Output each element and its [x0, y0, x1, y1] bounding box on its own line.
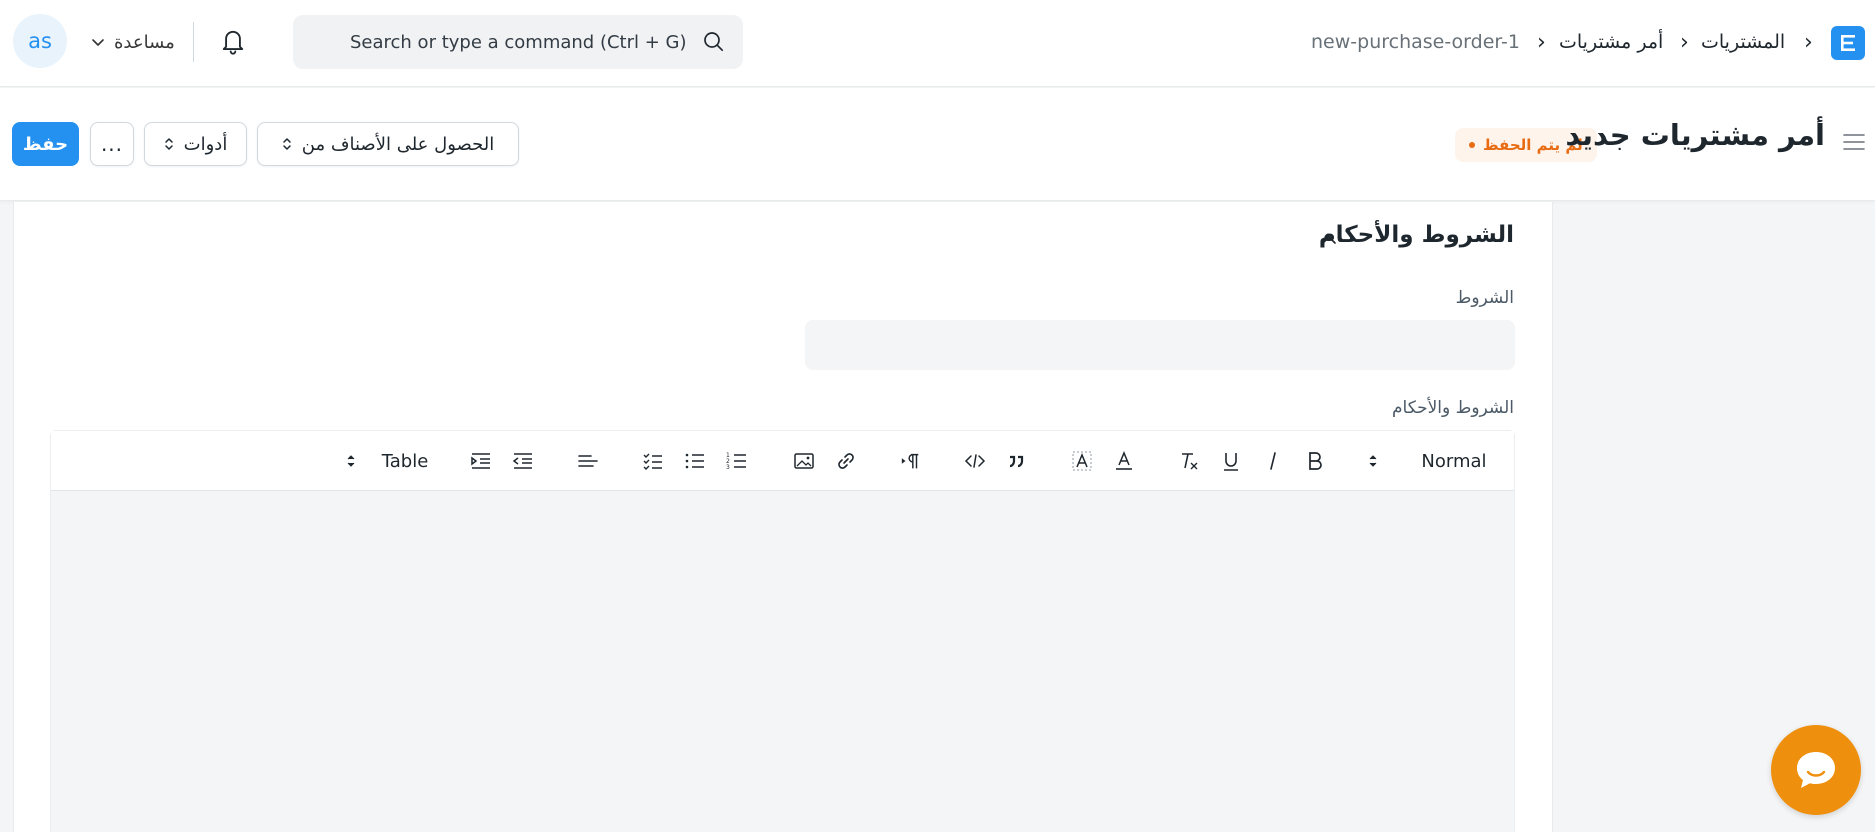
get-items-from-dropdown[interactable]: الحصول على الأصناف من: [257, 122, 519, 166]
navbar: as مساعدة Search or type a command (Ctrl…: [0, 0, 1875, 87]
code-icon[interactable]: [963, 449, 987, 473]
clear-format-icon[interactable]: [1177, 449, 1201, 473]
link-icon[interactable]: [834, 449, 858, 473]
select-arrows-icon: [164, 138, 173, 150]
breadcrumb-separator: ›: [1537, 29, 1546, 55]
breadcrumb-separator: ›: [1680, 29, 1689, 55]
terms-input[interactable]: [805, 320, 1515, 370]
section-title[interactable]: الشروط والأحكام: [1319, 222, 1514, 248]
terms-conditions-editor: Table 123 Normal: [50, 430, 1515, 832]
app-logo[interactable]: [1831, 26, 1865, 60]
text-color-icon[interactable]: [1112, 449, 1136, 473]
ordered-list-icon[interactable]: 123: [725, 449, 749, 473]
image-icon[interactable]: [792, 449, 816, 473]
breadcrumb-separator: ›: [1804, 29, 1813, 55]
editor-content-area[interactable]: [51, 491, 1514, 832]
table-select-arrows-icon[interactable]: [345, 449, 357, 473]
save-button[interactable]: حفظ: [12, 122, 79, 166]
chat-widget-button[interactable]: [1771, 725, 1861, 815]
search-input[interactable]: Search or type a command (Ctrl + G): [293, 15, 743, 69]
background-color-icon[interactable]: [1070, 449, 1094, 473]
sidebar-toggle-icon[interactable]: [1843, 132, 1865, 152]
more-actions-button[interactable]: ...: [90, 122, 134, 166]
format-select-arrows-icon[interactable]: [1367, 449, 1379, 473]
bold-icon[interactable]: [1303, 449, 1327, 473]
breadcrumb-buying[interactable]: المشتريات: [1701, 31, 1785, 53]
form-section-card: الشروط والأحكام الشروط الشروط والأحكام T…: [13, 202, 1553, 832]
chat-bubble-icon: [1797, 752, 1835, 788]
text-direction-icon[interactable]: [898, 449, 924, 473]
get-items-label: الحصول على الأصناف من: [301, 133, 495, 155]
blockquote-icon[interactable]: [1004, 449, 1028, 473]
terms-conditions-label: الشروط والأحكام: [1391, 398, 1514, 418]
chevron-down-icon: [92, 39, 104, 46]
page-title: أمر مشتريات جديد: [1565, 118, 1825, 152]
breadcrumb-current[interactable]: new-purchase-order-1: [1311, 31, 1520, 53]
search-icon: [704, 32, 724, 52]
underline-icon[interactable]: [1219, 449, 1243, 473]
editor-toolbar: Table 123 Normal: [51, 431, 1514, 491]
page-head: حفظ ... أدوات الحصول على الأصناف من لم ي…: [0, 88, 1875, 201]
help-dropdown[interactable]: مساعدة: [90, 28, 175, 56]
italic-icon[interactable]: [1261, 449, 1285, 473]
avatar[interactable]: as: [13, 14, 67, 68]
align-icon[interactable]: [576, 449, 600, 473]
svg-text:3: 3: [726, 464, 730, 471]
checklist-icon[interactable]: [641, 449, 665, 473]
format-select[interactable]: Normal: [1419, 449, 1489, 473]
terms-label: الشروط: [1455, 288, 1514, 308]
bullet-list-icon[interactable]: [683, 449, 707, 473]
navbar-divider: [193, 22, 194, 62]
table-button[interactable]: Table: [377, 449, 433, 473]
status-dot: [1469, 142, 1475, 148]
indent-icon[interactable]: [469, 449, 493, 473]
erpnext-logo-icon: [1841, 35, 1855, 51]
select-arrows-icon: [283, 138, 291, 150]
breadcrumb-purchase-order[interactable]: أمر مشتريات: [1559, 31, 1663, 53]
outdent-icon[interactable]: [511, 449, 535, 473]
bell-icon[interactable]: [219, 26, 247, 56]
tools-label: أدوات: [183, 133, 228, 155]
help-label: مساعدة: [114, 31, 175, 53]
tools-dropdown[interactable]: أدوات: [144, 122, 247, 166]
search-placeholder: Search or type a command (Ctrl + G): [350, 31, 687, 53]
